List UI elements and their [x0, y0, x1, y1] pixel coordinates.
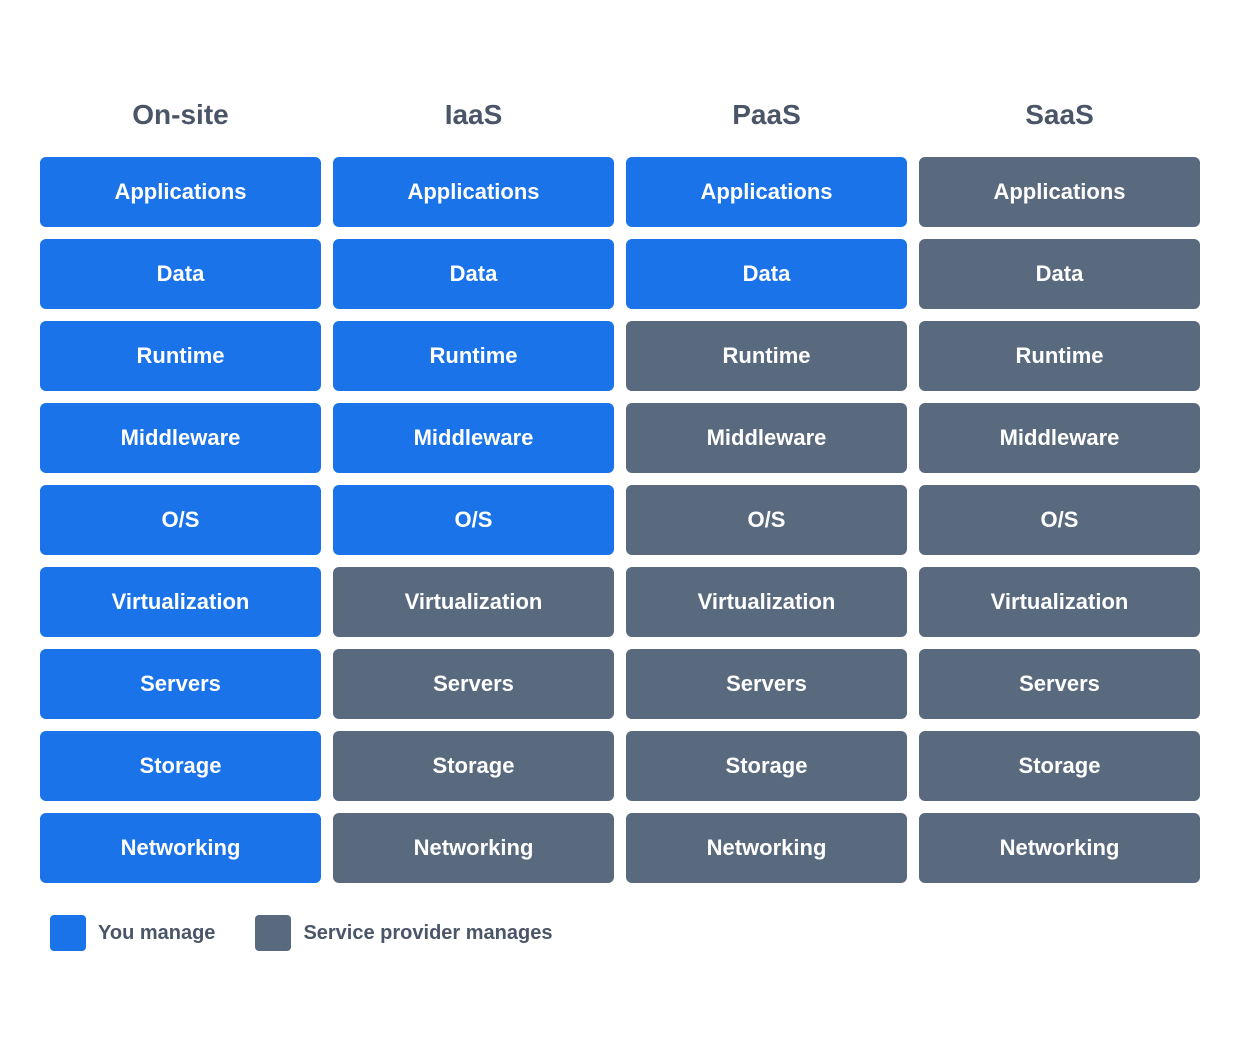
legend-provider-manages: Service provider manages: [255, 915, 552, 951]
cell-row6-col3: Servers: [919, 649, 1200, 719]
col-header-paas: PaaS: [626, 89, 907, 141]
cell-row1-col3: Data: [919, 239, 1200, 309]
cell-row8-col1: Networking: [333, 813, 614, 883]
cell-row3-col0: Middleware: [40, 403, 321, 473]
legend-you-manage: You manage: [50, 915, 215, 951]
cell-row4-col1: O/S: [333, 485, 614, 555]
cell-row0-col1: Applications: [333, 157, 614, 227]
legend-gray-box: [255, 915, 291, 951]
cell-row8-col2: Networking: [626, 813, 907, 883]
cell-row5-col3: Virtualization: [919, 567, 1200, 637]
cell-row1-col2: Data: [626, 239, 907, 309]
cell-row6-col1: Servers: [333, 649, 614, 719]
main-container: On-siteIaaSPaaSSaaS ApplicationsApplicat…: [30, 69, 1210, 971]
cell-row3-col2: Middleware: [626, 403, 907, 473]
cell-row0-col2: Applications: [626, 157, 907, 227]
cell-row4-col2: O/S: [626, 485, 907, 555]
cell-row6-col0: Servers: [40, 649, 321, 719]
cell-row0-col3: Applications: [919, 157, 1200, 227]
legend-provider-manages-label: Service provider manages: [303, 922, 552, 945]
cell-row7-col2: Storage: [626, 731, 907, 801]
legend-you-manage-label: You manage: [98, 922, 215, 945]
legend: You manage Service provider manages: [40, 915, 1200, 951]
cell-row5-col0: Virtualization: [40, 567, 321, 637]
cell-row2-col3: Runtime: [919, 321, 1200, 391]
cell-row0-col0: Applications: [40, 157, 321, 227]
cell-row7-col1: Storage: [333, 731, 614, 801]
legend-blue-box: [50, 915, 86, 951]
comparison-grid: ApplicationsApplicationsApplicationsAppl…: [40, 157, 1200, 883]
cell-row3-col1: Middleware: [333, 403, 614, 473]
cell-row2-col2: Runtime: [626, 321, 907, 391]
cell-row8-col3: Networking: [919, 813, 1200, 883]
cell-row4-col3: O/S: [919, 485, 1200, 555]
cell-row2-col1: Runtime: [333, 321, 614, 391]
cell-row2-col0: Runtime: [40, 321, 321, 391]
cell-row1-col1: Data: [333, 239, 614, 309]
cell-row7-col3: Storage: [919, 731, 1200, 801]
cell-row4-col0: O/S: [40, 485, 321, 555]
cell-row6-col2: Servers: [626, 649, 907, 719]
column-headers: On-siteIaaSPaaSSaaS: [40, 89, 1200, 141]
cell-row3-col3: Middleware: [919, 403, 1200, 473]
col-header-saas: SaaS: [919, 89, 1200, 141]
cell-row7-col0: Storage: [40, 731, 321, 801]
col-header-iaas: IaaS: [333, 89, 614, 141]
cell-row5-col1: Virtualization: [333, 567, 614, 637]
col-header-onsite: On-site: [40, 89, 321, 141]
cell-row8-col0: Networking: [40, 813, 321, 883]
cell-row5-col2: Virtualization: [626, 567, 907, 637]
cell-row1-col0: Data: [40, 239, 321, 309]
